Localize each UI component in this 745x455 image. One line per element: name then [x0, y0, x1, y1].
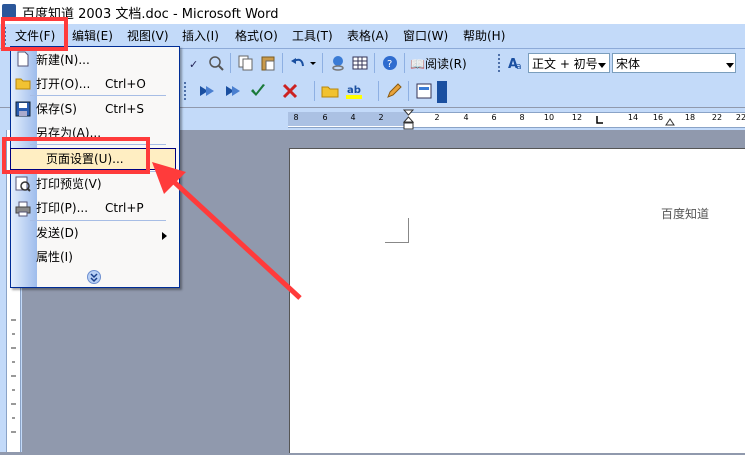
annotation-arrow: [152, 162, 302, 300]
